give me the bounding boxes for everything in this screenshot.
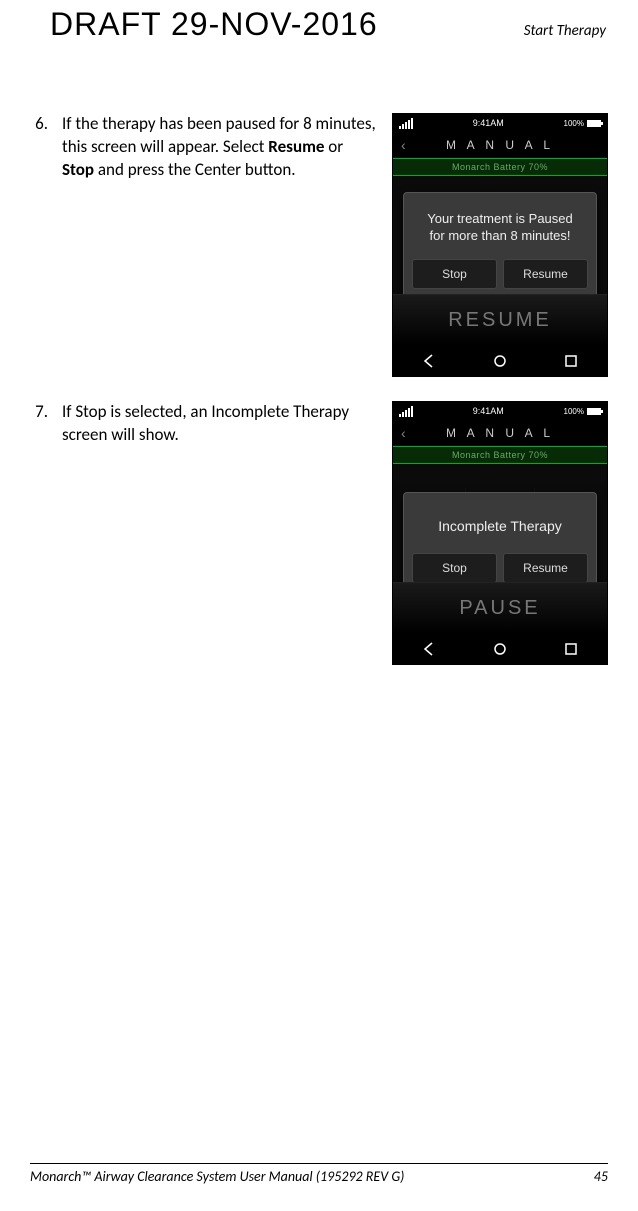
status-battery: 100%: [564, 119, 601, 128]
resume-big-button[interactable]: RESUME: [393, 294, 607, 346]
title-bar: ‹ M A N U A L: [393, 420, 607, 446]
nav-back-icon[interactable]: [421, 353, 437, 369]
step-6-text-b: and press the Center button.: [94, 159, 296, 180]
battery-icon: [587, 408, 601, 415]
android-nav-bar: [393, 634, 607, 664]
modal-resume-button[interactable]: Resume: [503, 259, 588, 289]
step-6-body: If the therapy has been paused for 8 min…: [62, 113, 376, 182]
nav-recent-icon[interactable]: [563, 641, 579, 657]
screen-title: M A N U A L: [446, 138, 554, 152]
step-6: 6. If the therapy has been paused for 8 …: [30, 113, 376, 182]
modal-message: Incomplete Therapy: [416, 517, 584, 535]
footer-left: Monarch™ Airway Clearance System User Ma…: [30, 1168, 404, 1185]
section-title: Start Therapy: [524, 22, 608, 40]
nav-back-icon[interactable]: [421, 641, 437, 657]
battery-pct: 100%: [564, 119, 584, 128]
status-bar: 9:41AM 100%: [393, 402, 607, 420]
modal-line-1: Your treatment is Paused: [416, 211, 584, 228]
step-7: 7. If Stop is selected, an Incomplete Th…: [30, 401, 376, 447]
back-icon[interactable]: ‹: [401, 425, 406, 441]
title-bar: ‹ M A N U A L: [393, 132, 607, 158]
step-7-body: If Stop is selected, an Incomplete Thera…: [62, 401, 376, 447]
step-6-bold-stop: Stop: [62, 159, 94, 180]
battery-pct: 100%: [564, 407, 584, 416]
nav-home-icon[interactable]: [492, 641, 508, 657]
status-time: 9:41AM: [473, 118, 504, 128]
modal-resume-button[interactable]: Resume: [503, 553, 588, 582]
device-screenshot-incomplete: 9:41AM 100% ‹ M A N U A L Monarch Batter…: [392, 401, 608, 665]
status-bar: 9:41AM 100%: [393, 114, 607, 132]
step-6-number: 6.: [30, 113, 48, 182]
pause-big-button[interactable]: PAUSE: [393, 582, 607, 634]
status-time: 9:41AM: [473, 406, 504, 416]
status-battery: 100%: [564, 407, 601, 416]
device-screenshot-paused: 9:41AM 100% ‹ M A N U A L Monarch Batter…: [392, 113, 608, 377]
paused-modal: Your treatment is Paused for more than 8…: [403, 192, 597, 294]
step-7-number: 7.: [30, 401, 48, 447]
step-6-mid: or: [324, 136, 343, 157]
nav-recent-icon[interactable]: [563, 353, 579, 369]
modal-stop-button[interactable]: Stop: [412, 553, 497, 582]
android-nav-bar: [393, 346, 607, 376]
battery-icon: [587, 120, 601, 127]
signal-icon: [399, 118, 413, 129]
back-icon[interactable]: ‹: [401, 137, 406, 153]
step-6-bold-resume: Resume: [268, 136, 324, 157]
page-number: 45: [594, 1168, 608, 1185]
nav-home-icon[interactable]: [492, 353, 508, 369]
monarch-battery-row: Monarch Battery 70%: [393, 446, 607, 464]
modal-line-2: for more than 8 minutes!: [416, 228, 584, 245]
modal-stop-button[interactable]: Stop: [412, 259, 497, 289]
draft-stamp: DRAFT 29-NOV-2016: [30, 6, 378, 43]
monarch-battery-row: Monarch Battery 70%: [393, 158, 607, 176]
signal-icon: [399, 406, 413, 417]
screen-title: M A N U A L: [446, 426, 554, 440]
incomplete-modal: Incomplete Therapy Stop Resume: [403, 492, 597, 582]
